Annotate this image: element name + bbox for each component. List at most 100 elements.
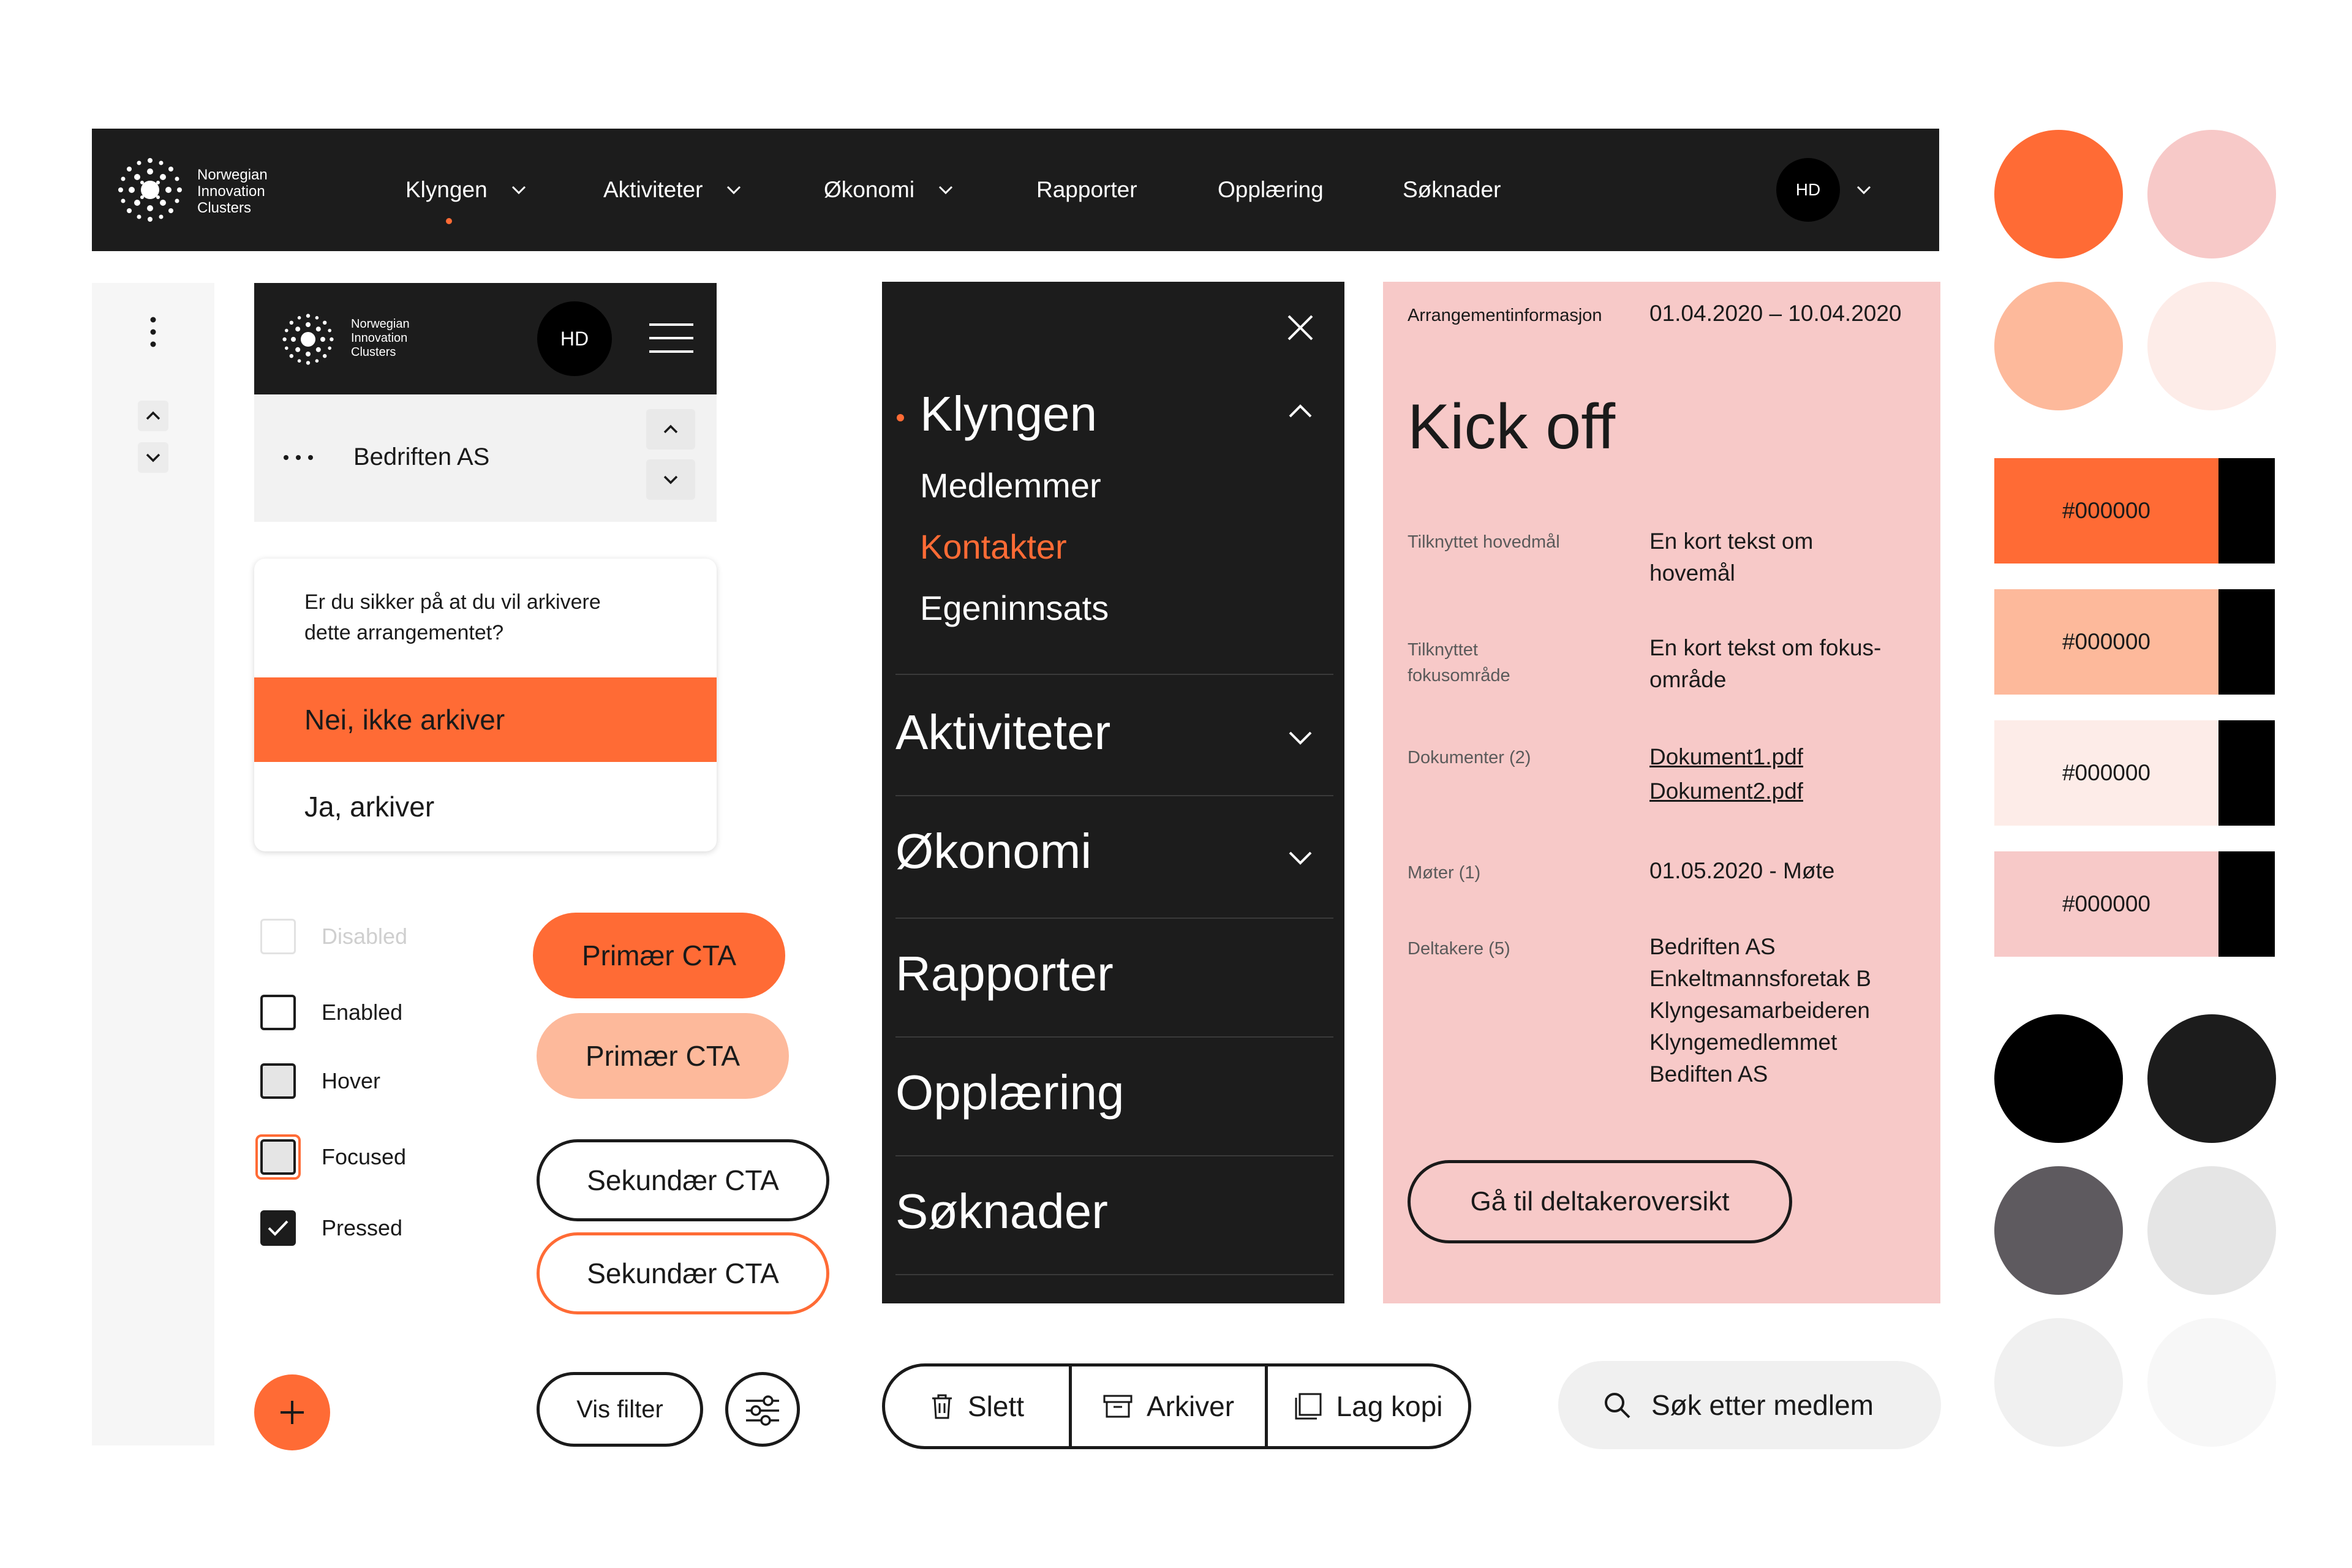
secondary-cta-button[interactable]: Sekundær CTA bbox=[537, 1139, 829, 1221]
chevron-down-icon bbox=[663, 475, 678, 484]
participant-item: Klyngemedlemmet bbox=[1649, 1030, 1838, 1055]
user-avatar[interactable]: HD bbox=[1776, 158, 1840, 222]
active-indicator bbox=[897, 414, 904, 421]
menu-item-klyngen[interactable]: Klyngen bbox=[920, 386, 1097, 442]
brand-line-3: Clusters bbox=[197, 200, 252, 216]
fokus-line-1: En kort tekst om fokus- bbox=[1649, 635, 1882, 660]
chevron-up-icon[interactable] bbox=[138, 401, 168, 431]
checkbox-focused[interactable]: Focused bbox=[255, 1134, 406, 1180]
search-placeholder: Søk etter medlem bbox=[1651, 1389, 1874, 1421]
menu-item-aktiviteter[interactable]: Aktiviteter bbox=[895, 704, 1110, 761]
swatch-color: #000000 bbox=[1994, 589, 2218, 695]
more-vertical-icon[interactable] bbox=[147, 314, 159, 350]
menu-subitem-medlemmer[interactable]: Medlemmer bbox=[920, 466, 1101, 505]
fokus-label-line-1: Tilknyttet bbox=[1408, 640, 1478, 660]
scroll-down-button[interactable] bbox=[646, 459, 695, 500]
nav-item-klyngen[interactable]: Klyngen bbox=[405, 129, 529, 251]
secondary-cta-focused-button[interactable]: Sekundær CTA bbox=[537, 1232, 829, 1314]
fokus-value: En kort tekst om fokus- område bbox=[1649, 632, 1881, 696]
user-avatar[interactable]: HD bbox=[537, 301, 612, 376]
active-indicator bbox=[446, 218, 452, 224]
meetings-value: 01.05.2020 - Møte bbox=[1649, 858, 1835, 883]
document-link[interactable]: Dokument1.pdf bbox=[1649, 740, 1803, 774]
swatch-color: #000000 bbox=[1994, 458, 2218, 564]
menu-item-rapporter[interactable]: Rapporter bbox=[895, 946, 1114, 1002]
color-circle bbox=[1994, 130, 2123, 258]
delete-label: Slett bbox=[967, 1390, 1025, 1422]
checkbox-label: Focused bbox=[322, 1144, 407, 1169]
nic-logo-icon[interactable] bbox=[113, 153, 187, 227]
menu-subitem-kontakter[interactable]: Kontakter bbox=[920, 527, 1067, 567]
menu-divider bbox=[895, 918, 1333, 919]
member-search-input[interactable]: Søk etter medlem bbox=[1558, 1361, 1941, 1449]
participant-item: Klyngesamarbeideren bbox=[1649, 998, 1870, 1023]
chevron-down-icon[interactable] bbox=[1286, 843, 1314, 871]
scroll-up-button[interactable] bbox=[646, 409, 695, 450]
nav-item-aktiviteter[interactable]: Aktiviteter bbox=[603, 129, 744, 251]
nav-item-opplaering[interactable]: Opplæring bbox=[1218, 129, 1324, 251]
brand-name: Norwegian Innovation Clusters bbox=[351, 317, 410, 360]
participants-list: Bedriften AS Enkeltmannsforetak B Klynge… bbox=[1649, 931, 1871, 1090]
chevron-up-icon bbox=[663, 424, 678, 434]
primary-cta-button[interactable]: Primær CTA bbox=[533, 913, 785, 998]
delete-button[interactable]: Slett bbox=[885, 1366, 1069, 1446]
search-icon bbox=[1605, 1393, 1630, 1419]
checkbox-disabled: Disabled bbox=[260, 919, 407, 954]
color-circle bbox=[1994, 1166, 2123, 1295]
checkbox-pressed[interactable]: Pressed bbox=[260, 1210, 402, 1246]
nav-item-soknader[interactable]: Søknader bbox=[1403, 129, 1501, 251]
filter-settings-button[interactable] bbox=[725, 1372, 800, 1447]
brand-name: Norwegian Innovation Clusters bbox=[197, 167, 268, 216]
add-button[interactable] bbox=[254, 1374, 330, 1450]
document-link[interactable]: Dokument2.pdf bbox=[1649, 774, 1803, 809]
checkbox-box[interactable] bbox=[260, 1210, 296, 1246]
chevron-down-icon bbox=[511, 186, 526, 195]
sliders-icon bbox=[746, 1395, 779, 1426]
color-circle bbox=[1994, 282, 2123, 410]
color-circle bbox=[1994, 1014, 2123, 1143]
archive-confirm-dialog: Er du sikker på at du vil arkivere dette… bbox=[254, 559, 717, 851]
nav-item-okonomi[interactable]: Økonomi bbox=[824, 129, 956, 251]
archive-button[interactable]: Ja, arkiver bbox=[254, 762, 717, 851]
hovedmal-label: Tilknyttet hovedmål bbox=[1408, 532, 1560, 552]
show-filter-button[interactable]: Vis filter bbox=[537, 1372, 703, 1447]
checkbox-hover[interactable]: Hover bbox=[260, 1063, 380, 1099]
checkbox-box[interactable] bbox=[260, 995, 296, 1030]
menu-item-okonomi[interactable]: Økonomi bbox=[895, 823, 1091, 880]
nav-item-rapporter[interactable]: Rapporter bbox=[1036, 129, 1137, 251]
copy-button[interactable]: Lag kopi bbox=[1265, 1366, 1468, 1446]
participant-overview-button[interactable]: Gå til deltakeroversikt bbox=[1408, 1160, 1792, 1243]
dont-archive-button[interactable]: Nei, ikke arkiver bbox=[254, 677, 717, 762]
color-circle bbox=[2147, 1014, 2276, 1143]
chevron-down-icon[interactable] bbox=[1853, 179, 1874, 200]
chevron-down-icon[interactable] bbox=[138, 442, 168, 473]
participant-item: Bediften AS bbox=[1649, 1061, 1768, 1087]
checkbox-label: Disabled bbox=[322, 924, 408, 949]
archive-action-button[interactable]: Arkiver bbox=[1069, 1366, 1265, 1446]
chevron-down-icon[interactable] bbox=[1286, 723, 1314, 751]
checkbox-box[interactable] bbox=[260, 1063, 296, 1099]
checkbox-label: Enabled bbox=[322, 1000, 403, 1025]
chevron-up-icon[interactable] bbox=[1286, 398, 1314, 426]
archive-label: Arkiver bbox=[1146, 1390, 1235, 1422]
checkbox-box[interactable] bbox=[260, 1139, 296, 1175]
menu-item-opplaering[interactable]: Opplæring bbox=[895, 1065, 1125, 1121]
fokus-label-line-2: fokusområde bbox=[1408, 666, 1510, 685]
hamburger-icon[interactable] bbox=[649, 322, 693, 354]
event-info-card: Arrangementinformasjon 01.04.2020 – 10.0… bbox=[1383, 282, 1940, 1303]
swatch-hex: #000000 bbox=[2062, 629, 2151, 654]
checkbox-label: Hover bbox=[322, 1068, 381, 1093]
primary-cta-hover-button[interactable]: Primær CTA bbox=[537, 1013, 789, 1099]
focus-ring bbox=[255, 1134, 301, 1180]
hovedmal-line-1: En kort tekst om bbox=[1649, 529, 1814, 554]
menu-item-soknader[interactable]: Søknader bbox=[895, 1183, 1108, 1240]
menu-subitem-egeninnsats[interactable]: Egeninnsats bbox=[920, 588, 1109, 628]
chevron-down-icon bbox=[939, 186, 953, 195]
nic-logo-icon[interactable] bbox=[279, 310, 337, 369]
hovedmal-line-2: hovemål bbox=[1649, 560, 1735, 586]
close-icon[interactable] bbox=[1286, 314, 1314, 342]
checkbox-enabled[interactable]: Enabled bbox=[260, 995, 402, 1030]
swatch-contrast bbox=[2218, 851, 2275, 957]
color-circle bbox=[2147, 1318, 2276, 1447]
more-horizontal-icon[interactable] bbox=[282, 453, 315, 462]
